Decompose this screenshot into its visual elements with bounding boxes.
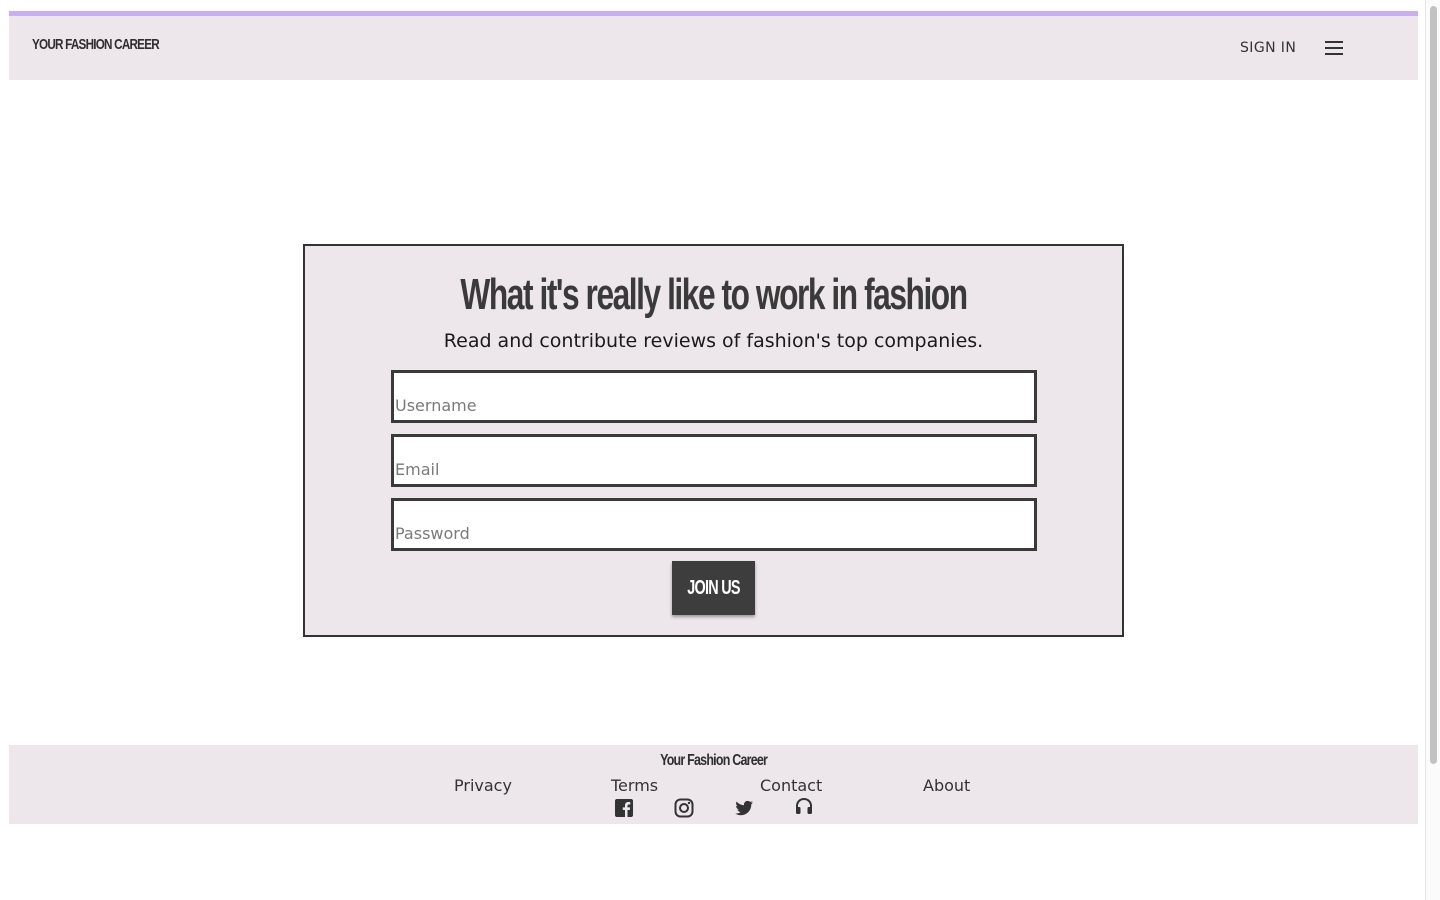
sign-in-link[interactable]: SIGN IN	[1240, 40, 1296, 56]
vertical-scrollbar[interactable]	[1425, 0, 1440, 900]
page-title: What it's really like to work in fashion	[305, 270, 1122, 320]
twitter-icon[interactable]	[734, 798, 754, 818]
signup-card: What it's really like to work in fashion…	[303, 244, 1124, 637]
footer-link-contact[interactable]: Contact	[760, 776, 822, 795]
site-logo[interactable]: YOUR FASHION CAREER	[32, 36, 160, 53]
headphones-icon[interactable]	[794, 796, 814, 816]
instagram-icon[interactable]	[674, 798, 694, 818]
page: YOUR FASHION CAREER SIGN IN What it's re…	[0, 0, 1440, 900]
facebook-icon[interactable]	[614, 798, 634, 818]
page-title-text: What it's really like to work in fashion	[460, 270, 968, 319]
scrollbar-thumb[interactable]	[1430, 6, 1437, 764]
join-us-button-label: JOIN US	[687, 576, 740, 599]
hamburger-menu-icon[interactable]	[1325, 41, 1343, 55]
site-footer: Your Fashion Career Privacy Terms Contac…	[9, 745, 1418, 824]
join-us-button[interactable]: JOIN US	[672, 561, 755, 615]
footer-link-terms[interactable]: Terms	[611, 776, 658, 795]
footer-link-about[interactable]: About	[923, 776, 970, 795]
page-subtitle: Read and contribute reviews of fashion's…	[443, 330, 984, 352]
username-input[interactable]	[391, 370, 1037, 423]
site-header: YOUR FASHION CAREER SIGN IN	[9, 11, 1418, 80]
footer-brand-text: Your Fashion Career	[659, 752, 768, 769]
footer-brand: Your Fashion Career	[9, 752, 1418, 770]
email-input[interactable]	[391, 434, 1037, 487]
password-input[interactable]	[391, 498, 1037, 551]
footer-link-privacy[interactable]: Privacy	[454, 776, 512, 795]
